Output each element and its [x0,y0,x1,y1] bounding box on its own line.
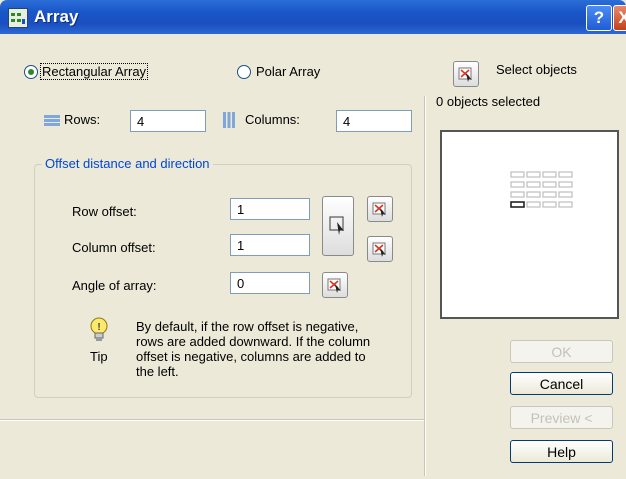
columns-input[interactable]: 4 [336,110,412,132]
lightbulb-icon: ! [88,316,110,349]
rectangular-array-label[interactable]: Rectangular Array [40,63,149,80]
column-offset-input[interactable]: 1 [230,234,310,256]
pick-column-offset-button[interactable] [367,236,393,262]
rows-icon [44,114,60,129]
select-objects-label[interactable]: Select objects [496,62,577,77]
offset-group-legend: Offset distance and direction [42,156,213,171]
help-title-button[interactable]: ? [586,5,612,31]
dialog-content: Rectangular Array Polar Array Rows: 4 Co… [0,34,626,479]
help-button[interactable]: Help [510,440,613,463]
pick-row-offset-button[interactable] [367,196,393,222]
close-button[interactable]: X [613,5,626,31]
rectangular-array-radio[interactable] [24,65,38,79]
polar-array-radio[interactable] [237,65,251,79]
column-offset-label: Column offset: [72,240,156,255]
window-title: Array [34,7,79,26]
title-bar[interactable]: Array ? X [0,0,626,34]
polar-array-label[interactable]: Polar Array [256,64,320,79]
rows-input[interactable]: 4 [130,110,206,132]
objects-selected-status: 0 objects selected [436,94,541,109]
vertical-divider [424,96,426,476]
ok-button[interactable]: OK [510,340,613,363]
cancel-button[interactable]: Cancel [510,372,613,395]
pick-angle-button[interactable] [322,272,348,298]
radio-selected-dot [28,69,34,75]
columns-label: Columns: [245,112,300,127]
array-app-icon [8,8,28,28]
row-offset-label: Row offset: [72,204,137,219]
rows-label: Rows: [64,112,101,127]
horizontal-divider [0,419,424,421]
svg-text:!: ! [97,322,100,333]
columns-icon [222,112,236,131]
angle-of-array-label: Angle of array: [72,278,157,293]
array-dialog: Array ? X Rectangular Array Polar Array … [0,0,626,479]
tip-label: Tip [90,349,108,364]
array-preview [440,130,619,319]
pick-both-offsets-button[interactable] [322,196,354,256]
preview-button[interactable]: Preview < [510,406,613,429]
angle-of-array-input[interactable]: 0 [230,272,310,294]
select-objects-button[interactable] [453,61,479,87]
tip-text: By default, if the row offset is negativ… [136,319,371,379]
row-offset-input[interactable]: 1 [230,198,310,220]
